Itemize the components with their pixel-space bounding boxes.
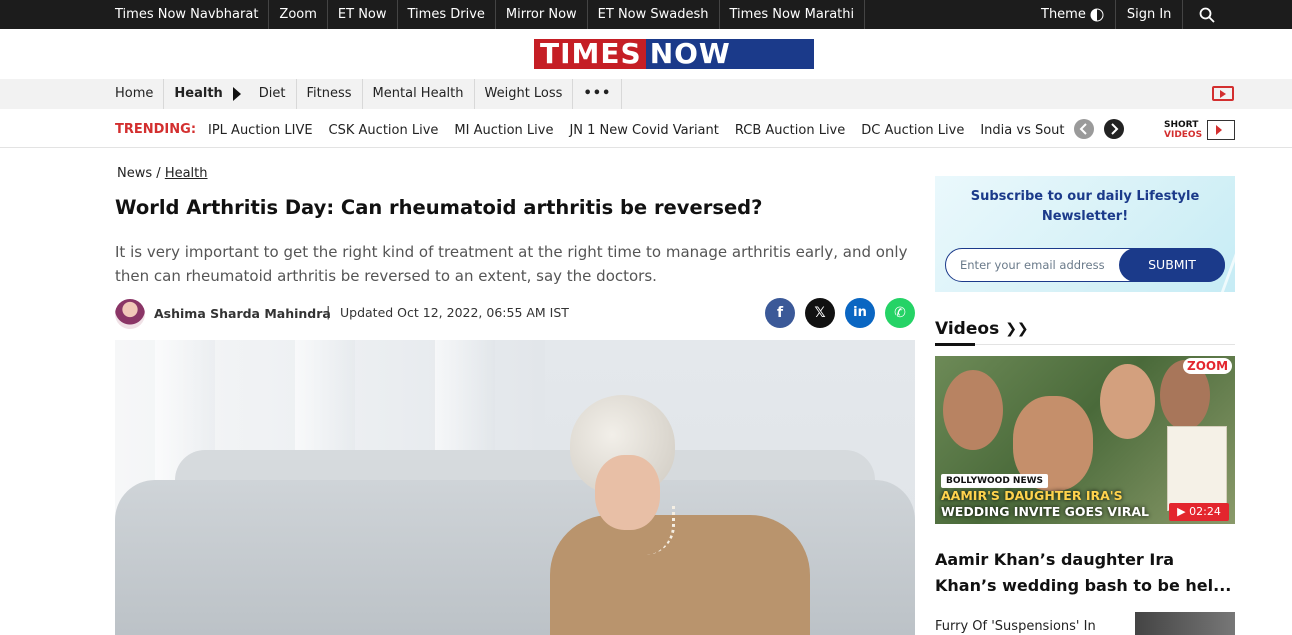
- network-link-zoom[interactable]: Zoom: [269, 0, 328, 29]
- author-byline: Ashima Sharda Mahindra | Updated Oct 12,…: [115, 298, 915, 330]
- search-icon: [1200, 7, 1216, 23]
- article-summary: It is very important to get the right ki…: [115, 243, 908, 285]
- short-videos-link[interactable]: SHORT VIDEOS: [1164, 119, 1236, 141]
- share-linkedin-button[interactable]: in: [845, 298, 875, 328]
- newsletter-email-field[interactable]: Enter your email address SUBMIT: [945, 248, 1225, 282]
- section-nav: Home Health Diet Fitness Mental Health W…: [0, 79, 1292, 109]
- videos-divider: [935, 344, 1235, 345]
- short-videos-label-top: SHORT: [1164, 120, 1199, 130]
- sign-in-button[interactable]: Sign In: [1116, 0, 1184, 29]
- network-link-et-now-swadesh[interactable]: ET Now Swadesh: [588, 0, 720, 29]
- nav-more-button[interactable]: •••: [573, 79, 623, 109]
- trending-item[interactable]: IPL Auction LIVE: [200, 111, 321, 148]
- nav-fitness[interactable]: Fitness: [297, 79, 363, 109]
- network-link-et-now[interactable]: ET Now: [328, 0, 398, 29]
- share-facebook-button[interactable]: f: [765, 298, 795, 328]
- theme-icon: [1090, 8, 1104, 21]
- trending-next-button[interactable]: [1104, 119, 1124, 139]
- thumb-person: [1100, 364, 1155, 439]
- live-tv-icon[interactable]: [1212, 86, 1234, 101]
- updated-timestamp: Updated Oct 12, 2022, 06:55 AM IST: [340, 305, 569, 320]
- trending-item[interactable]: CSK Auction Live: [321, 111, 447, 148]
- x-icon: 𝕏: [814, 305, 826, 321]
- topbar-actions: Theme Sign In: [1030, 0, 1231, 29]
- nav-home[interactable]: Home: [105, 79, 165, 109]
- film-play-icon: [1207, 120, 1235, 140]
- video-category-badge: BOLLYWOOD NEWS: [941, 474, 1049, 488]
- network-link-times-drive[interactable]: Times Drive: [398, 0, 496, 29]
- video-caption: AAMIR'S DAUGHTER IRA'S WEDDING INVITE GO…: [941, 488, 1149, 520]
- trending-prev-button[interactable]: [1074, 119, 1094, 139]
- whatsapp-icon: ✆: [894, 305, 906, 321]
- chevron-left-icon: [1079, 123, 1087, 135]
- article-hero-image: [115, 340, 915, 635]
- newsletter-title: Subscribe to our daily Lifestyle Newslet…: [970, 189, 1200, 224]
- video-caption-line1: AAMIR'S DAUGHTER IRA'S: [941, 488, 1123, 503]
- network-link-times-now-navbharat[interactable]: Times Now Navbharat: [105, 0, 270, 29]
- trending-bar: TRENDING: IPL Auction LIVE CSK Auction L…: [0, 111, 1292, 148]
- trending-item[interactable]: JN 1 New Covid Variant: [561, 111, 726, 148]
- theme-toggle[interactable]: Theme: [1030, 0, 1116, 29]
- sign-in-label: Sign In: [1126, 7, 1172, 22]
- short-videos-label-bottom: VIDEOS: [1164, 130, 1203, 140]
- breadcrumb-health[interactable]: Health: [165, 166, 208, 181]
- network-links: Times Now Navbharat Zoom ET Now Times Dr…: [105, 0, 866, 29]
- nav-health[interactable]: Health: [164, 79, 248, 109]
- trending-list: IPL Auction LIVE CSK Auction Live MI Auc…: [200, 111, 1065, 148]
- trending-label: TRENDING:: [115, 122, 197, 137]
- videos-heading-label: Videos: [935, 319, 1000, 339]
- video-duration: ▶ 02:24: [1169, 503, 1229, 521]
- double-chevron-right-icon: ❯❯: [1005, 321, 1029, 337]
- author-name[interactable]: Ashima Sharda Mahindra: [154, 306, 331, 321]
- share-x-button[interactable]: 𝕏: [805, 298, 835, 328]
- video-next-thumbnail[interactable]: [1135, 612, 1235, 635]
- logo-times: TIMES: [534, 39, 646, 69]
- logo-now: NOW: [645, 39, 814, 69]
- trending-item[interactable]: MI Auction Live: [446, 111, 561, 148]
- breadcrumb: News / Health: [117, 166, 208, 181]
- hero-elderly-woman: [550, 395, 810, 635]
- newsletter-box: Subscribe to our daily Lifestyle Newslet…: [935, 176, 1235, 292]
- zoom-badge: ZOOM: [1183, 358, 1233, 374]
- linkedin-icon: in: [853, 305, 867, 320]
- top-network-bar: Times Now Navbharat Zoom ET Now Times Dr…: [0, 0, 1292, 29]
- thumb-wedding-card: [1167, 426, 1227, 511]
- share-whatsapp-button[interactable]: ✆: [885, 298, 915, 328]
- thumb-person: [943, 370, 1003, 450]
- hero-sweater: [550, 515, 810, 635]
- chevron-right-icon: [1111, 123, 1119, 135]
- video-thumbnail[interactable]: ZOOM BOLLYWOOD NEWS AAMIR'S DAUGHTER IRA…: [935, 356, 1235, 524]
- short-videos-label: SHORT VIDEOS: [1164, 120, 1202, 140]
- email-placeholder: Enter your email address: [960, 258, 1105, 272]
- nav-diet[interactable]: Diet: [249, 79, 297, 109]
- video-caption-line2: WEDDING INVITE GOES VIRAL: [941, 504, 1150, 519]
- videos-heading-underline: [935, 343, 975, 346]
- trending-item[interactable]: RCB Auction Live: [727, 111, 853, 148]
- network-link-times-now-marathi[interactable]: Times Now Marathi: [720, 0, 866, 29]
- nav-mental-health[interactable]: Mental Health: [363, 79, 475, 109]
- times-now-logo[interactable]: TIMES NOW: [534, 39, 814, 69]
- trending-item[interactable]: India vs South Africa: [972, 111, 1065, 148]
- author-avatar[interactable]: [115, 299, 145, 329]
- nav-weight-loss[interactable]: Weight Loss: [475, 79, 574, 109]
- newsletter-submit-button[interactable]: SUBMIT: [1119, 248, 1225, 282]
- breadcrumb-news[interactable]: News: [117, 166, 152, 181]
- byline-separator: |: [326, 305, 331, 320]
- video-title[interactable]: Aamir Khan’s daughter Ira Khan’s wedding…: [935, 547, 1235, 599]
- trending-item[interactable]: DC Auction Live: [853, 111, 972, 148]
- breadcrumb-separator: /: [156, 166, 161, 181]
- facebook-icon: f: [776, 305, 784, 321]
- network-link-mirror-now[interactable]: Mirror Now: [496, 0, 588, 29]
- search-button[interactable]: [1183, 7, 1231, 23]
- videos-heading[interactable]: Videos ❯❯: [935, 319, 1029, 339]
- article-headline: World Arthritis Day: Can rheumatoid arth…: [115, 196, 763, 219]
- video-next-title[interactable]: Furry Of 'Suspensions' In: [935, 619, 1096, 634]
- theme-label: Theme: [1041, 7, 1086, 22]
